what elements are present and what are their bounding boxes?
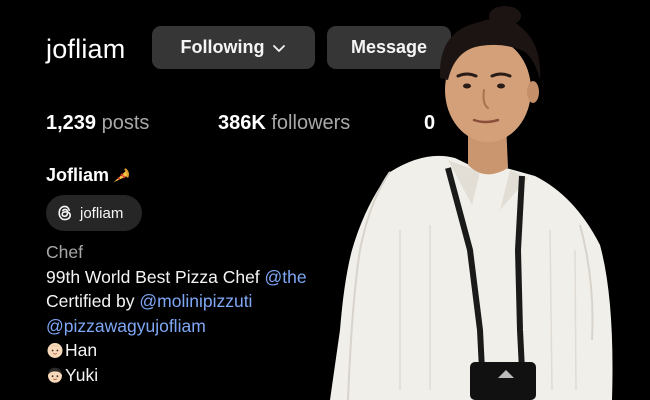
posts-count: 1,239 (46, 112, 97, 134)
threads-badge[interactable]: jofliam (46, 195, 142, 231)
bio-mention-pizzawagyujofliam[interactable]: @pizzawagyujofliam (46, 314, 206, 339)
bio-line-mention: @pizzawagyujofliam (46, 314, 307, 339)
bio-line-certified: Certified by @molinipizzuti (46, 289, 307, 314)
bio-category: Chef (46, 242, 83, 262)
followers-count: 386K (218, 112, 266, 134)
profile-bio: Chef 99th World Best Pizza Chef @the Cer… (46, 240, 307, 387)
bio-mention-molinipizzuti[interactable]: @molinipizzuti (139, 289, 252, 314)
pizza-emoji-icon (114, 167, 129, 182)
following-button[interactable]: Following (152, 26, 315, 69)
display-name-text: Jofliam (46, 165, 110, 185)
girl-face-icon (48, 367, 62, 383)
bio-line1-text: 99th World Best Pizza Chef (46, 266, 265, 287)
bio-line2-text: Certified by (46, 291, 140, 311)
bio-line4-text: Han (65, 340, 98, 360)
bio-line-yuki: Yuki (46, 363, 307, 388)
chevron-down-icon (273, 44, 286, 52)
stat-posts: 1,239 posts (46, 112, 149, 135)
bio-line-title: 99th World Best Pizza Chef @the (46, 265, 307, 290)
bio-line-han: Han (46, 338, 307, 363)
threads-handle: jofliam (80, 204, 124, 222)
profile-photo-cutout (330, 6, 613, 400)
profile-username: jofliam (46, 34, 126, 64)
bio-mention-the[interactable]: @the (265, 265, 307, 290)
posts-label: posts (101, 112, 150, 134)
bio-line5-text: Yuki (65, 364, 99, 385)
baby-face-icon (47, 343, 63, 359)
profile-display-name: Jofliam (46, 165, 129, 186)
following-button-label: Following (180, 37, 265, 57)
threads-icon (58, 205, 72, 221)
